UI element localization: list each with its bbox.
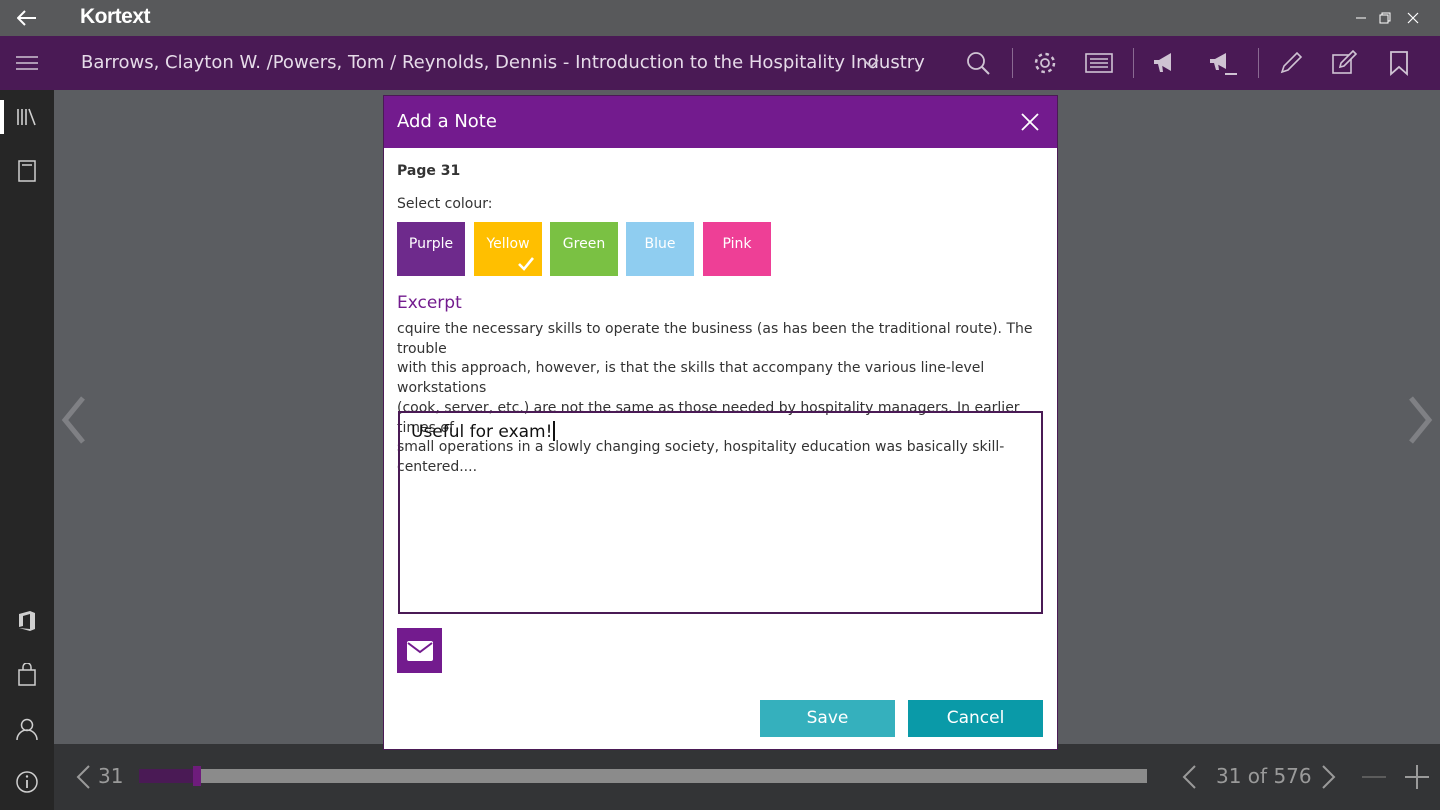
note-text: Useful for exam! (411, 422, 553, 442)
close-icon[interactable] (1018, 110, 1042, 134)
dialog-title: Add a Note (397, 111, 497, 132)
close-window-icon[interactable] (1388, 0, 1438, 36)
colour-option-label: Yellow (486, 236, 530, 252)
colour-option-yellow[interactable]: Yellow (474, 222, 542, 276)
book-title[interactable]: Barrows, Clayton W. /Powers, Tom / Reyno… (81, 52, 925, 73)
left-navigation-rail (0, 90, 54, 810)
colour-option-label: Blue (644, 236, 676, 252)
checkmark-icon (518, 257, 535, 271)
colour-option-label: Purple (408, 236, 454, 252)
excerpt-line: cquire the necessary skills to operate t… (397, 321, 1033, 357)
next-page-icon[interactable] (1318, 764, 1338, 790)
page-count: 31 of 576 (1216, 764, 1312, 788)
note-textarea[interactable]: Useful for exam! (398, 411, 1043, 614)
search-icon[interactable] (961, 46, 995, 80)
colour-option-green[interactable]: Green (550, 222, 618, 276)
colour-option-purple[interactable]: Purple (397, 222, 465, 276)
user-icon[interactable] (0, 704, 54, 754)
email-icon[interactable] (397, 628, 442, 673)
page-progress-slider[interactable] (139, 766, 1147, 786)
page-label: Page 31 (397, 163, 461, 179)
colour-option-pink[interactable]: Pink (703, 222, 771, 276)
library-icon[interactable] (0, 92, 54, 142)
dialog-header: Add a Note (384, 96, 1057, 148)
toolbar-divider (1258, 48, 1259, 78)
app-brand: Kortext (80, 5, 151, 28)
toolbar-divider (1133, 48, 1134, 78)
title-bar: Kortext (0, 0, 1440, 36)
cancel-button[interactable]: Cancel (908, 700, 1043, 737)
save-button[interactable]: Save (760, 700, 895, 737)
previous-page-arrow-icon[interactable] (54, 390, 94, 450)
reader-toolbar: Barrows, Clayton W. /Powers, Tom / Reyno… (0, 36, 1440, 90)
excerpt-line: with this approach, however, is that the… (397, 360, 985, 397)
chevron-down-icon[interactable] (862, 54, 880, 72)
add-note-dialog: Add a Note Page 31 Select colour: Purple… (383, 95, 1058, 750)
back-arrow-icon[interactable] (14, 6, 40, 30)
excerpt-heading: Excerpt (397, 293, 462, 313)
info-icon[interactable] (0, 757, 54, 807)
zoom-out-icon[interactable] (1360, 764, 1388, 790)
colour-option-label: Pink (722, 236, 752, 252)
megaphone-list-icon[interactable] (1206, 46, 1240, 80)
previous-page-icon[interactable] (1180, 764, 1200, 790)
megaphone-icon[interactable] (1148, 46, 1182, 80)
bookmark-icon[interactable] (1382, 46, 1416, 80)
zoom-in-icon[interactable] (1402, 762, 1432, 792)
edit-note-icon[interactable] (1328, 46, 1362, 80)
page-navigation-bar: 31 31 of 576 (54, 744, 1440, 810)
toolbar-divider (1012, 48, 1013, 78)
gear-icon[interactable] (1028, 46, 1062, 80)
colour-option-label: Green (562, 236, 606, 252)
text-caret (553, 421, 555, 441)
colour-option-blue[interactable]: Blue (626, 222, 694, 276)
next-page-arrow-icon[interactable] (1400, 390, 1440, 450)
office-icon[interactable] (0, 596, 54, 646)
current-page-number: 31 (98, 764, 124, 788)
contents-list-icon[interactable] (1082, 46, 1116, 80)
pencil-icon[interactable] (1274, 46, 1308, 80)
book-icon[interactable] (0, 146, 54, 196)
shopping-bag-icon[interactable] (0, 650, 54, 700)
progress-fill (139, 769, 194, 783)
chevron-left-icon[interactable] (74, 764, 94, 790)
slider-thumb[interactable] (193, 766, 202, 786)
colour-label: Select colour: (397, 196, 493, 212)
hamburger-menu-icon[interactable] (14, 51, 40, 75)
